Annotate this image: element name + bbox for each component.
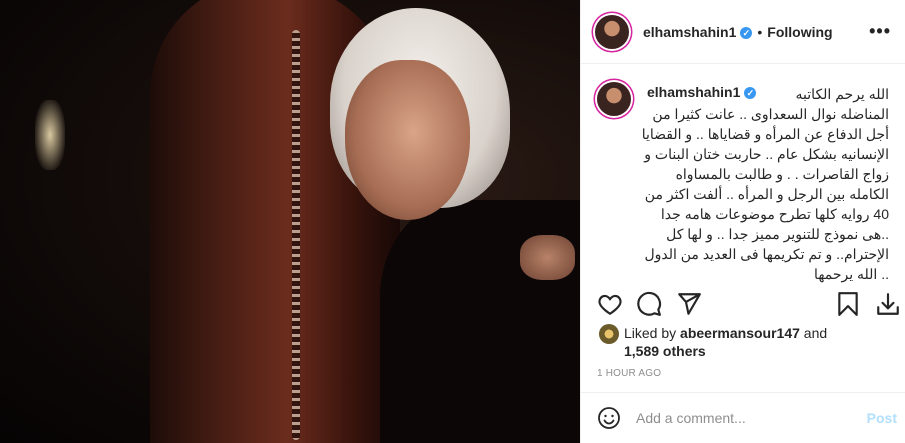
following-button[interactable]: Following xyxy=(767,24,832,40)
caption-avatar[interactable] xyxy=(597,82,631,116)
bookmark-icon[interactable] xyxy=(835,291,861,317)
photo-hand xyxy=(520,235,575,280)
photo-face xyxy=(345,60,470,220)
heart-icon[interactable] xyxy=(597,291,623,317)
liker-username[interactable]: abeermansour147 xyxy=(680,325,800,341)
comment-icon[interactable] xyxy=(636,291,662,317)
post-comment-button[interactable]: Post xyxy=(867,410,897,426)
liked-by-prefix: Liked by xyxy=(624,325,681,341)
more-options-icon[interactable]: ••• xyxy=(869,21,891,42)
liked-by-line: Liked by abeermansour147 and xyxy=(624,325,827,341)
comment-bar: Add a comment... Post xyxy=(581,392,905,443)
post-sidebar: elhamshahin1 ✓ • Following ••• elhamshahi… xyxy=(580,0,905,443)
post-timestamp[interactable]: 1 HOUR AGO xyxy=(597,368,661,379)
photo-chair-studs xyxy=(292,30,300,440)
separator-dot: • xyxy=(757,23,763,40)
emoji-icon[interactable] xyxy=(597,406,621,430)
post-header: elhamshahin1 ✓ • Following ••• xyxy=(581,0,905,64)
header-username[interactable]: elhamshahin1 ✓ xyxy=(643,24,753,40)
post-photo[interactable] xyxy=(0,0,580,443)
liked-by-and: and xyxy=(799,325,828,341)
avatar[interactable] xyxy=(595,14,629,49)
action-bar xyxy=(581,287,905,321)
caption: elhamshahin1 ✓ الله يرحم الكاتبه المناضله… xyxy=(581,64,905,285)
verified-badge-icon: ✓ xyxy=(740,26,753,39)
likes-count[interactable]: 1,589 others xyxy=(624,343,706,359)
liker-avatar[interactable] xyxy=(599,324,619,344)
photo-background-light xyxy=(35,100,65,170)
caption-text: الله يرحم الكاتبه المناضله نوال السعداوى… xyxy=(641,86,889,282)
download-icon[interactable] xyxy=(875,291,901,317)
comment-input[interactable]: Add a comment... xyxy=(636,410,746,426)
share-icon[interactable] xyxy=(676,291,702,317)
likes-summary: Liked by abeermansour147 and 1,589 other… xyxy=(597,322,889,366)
